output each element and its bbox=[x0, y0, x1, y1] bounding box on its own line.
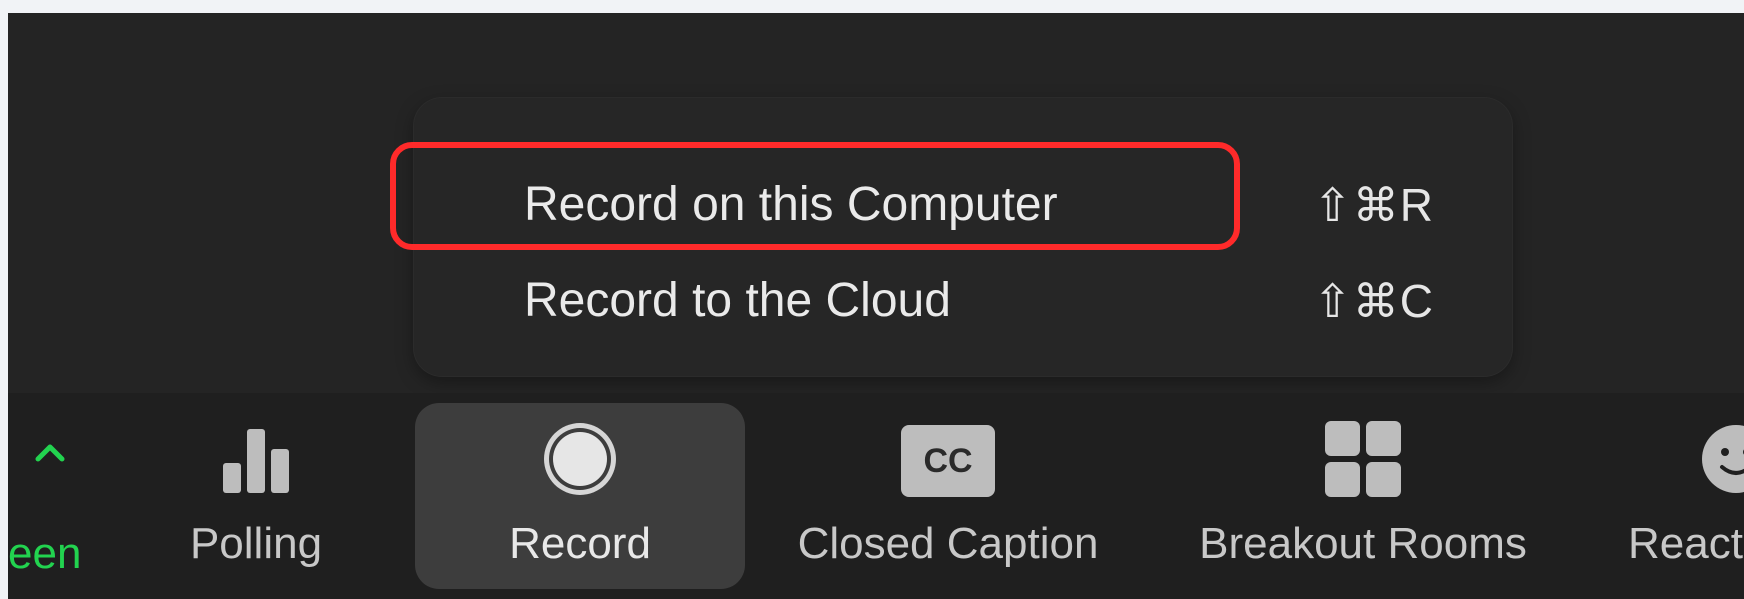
meeting-toolbar: een Polling Record CC Closed Caption Bre… bbox=[8, 393, 1744, 599]
menu-item-label: Record on this Computer bbox=[524, 178, 1058, 231]
share-screen-label: een bbox=[8, 529, 82, 578]
menu-item-record-to-the-cloud[interactable]: Record to the Cloud ⇧⌘C bbox=[414, 256, 1512, 346]
record-icon bbox=[540, 419, 620, 504]
menu-item-label: Record to the Cloud bbox=[524, 274, 951, 327]
chevron-up-icon[interactable] bbox=[34, 441, 66, 468]
closed-caption-icon: CC bbox=[901, 425, 995, 497]
share-screen-button[interactable]: een bbox=[8, 403, 88, 589]
keyboard-shortcut: ⇧⌘C bbox=[1313, 275, 1434, 327]
breakout-rooms-button[interactable]: Breakout Rooms bbox=[1168, 403, 1558, 589]
toolbar-item-label: Polling bbox=[189, 519, 323, 568]
record-menu: Record on this Computer ⇧⌘R Record to th… bbox=[414, 98, 1512, 376]
toolbar-item-label: Breakout Rooms bbox=[1199, 519, 1527, 568]
record-button[interactable]: Record bbox=[415, 403, 745, 589]
polling-button[interactable]: Polling bbox=[156, 403, 356, 589]
bar-chart-icon bbox=[220, 423, 292, 500]
keyboard-shortcut: ⇧⌘R bbox=[1313, 179, 1434, 231]
toolbar-item-label: React bbox=[1628, 519, 1743, 568]
breakout-rooms-icon bbox=[1323, 419, 1403, 504]
toolbar-item-label: Record bbox=[509, 519, 651, 568]
toolbar-item-label: Closed Caption bbox=[797, 519, 1099, 568]
reaction-smiley-icon bbox=[1700, 423, 1744, 500]
menu-item-record-on-this-computer[interactable]: Record on this Computer ⇧⌘R bbox=[414, 160, 1512, 250]
meeting-window: Record on this Computer ⇧⌘R Record to th… bbox=[8, 13, 1744, 599]
reactions-button[interactable]: React bbox=[1618, 403, 1744, 589]
closed-caption-button[interactable]: CC Closed Caption bbox=[768, 403, 1128, 589]
